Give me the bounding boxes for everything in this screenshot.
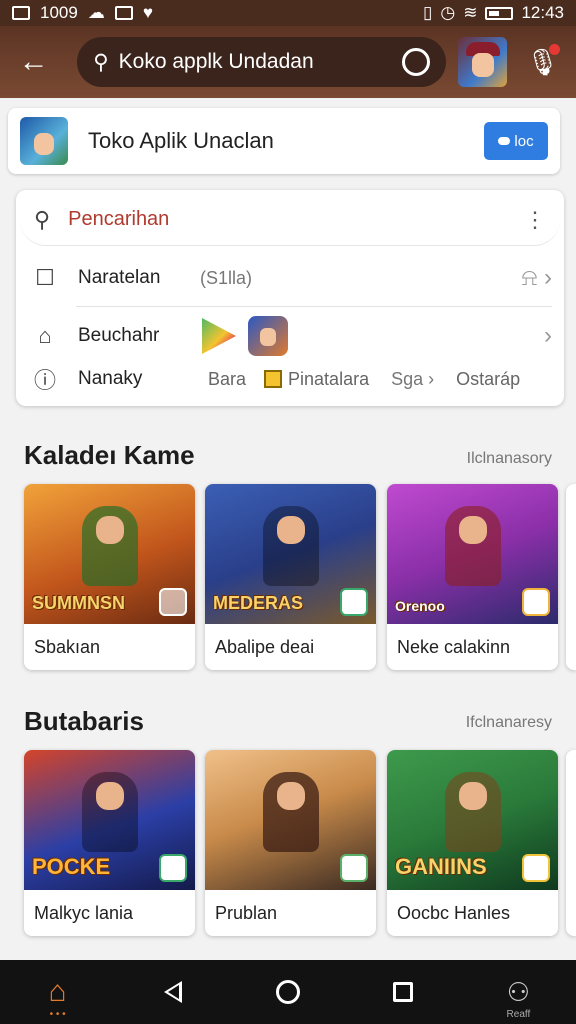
game-card[interactable]: SUMMNSN Sbakıan [24, 484, 195, 670]
bell-chevron-icon: ⍾ › [521, 264, 552, 291]
game-card[interactable]: MEDERAS Abalipe deai [205, 484, 376, 670]
store-action-button[interactable]: loc [484, 122, 548, 160]
battery-icon [485, 6, 514, 20]
menu-row-nanaky[interactable]: ⓘ Nanaky Bara Pinatalara Sga › Ostaráp [32, 366, 552, 393]
game-art [205, 750, 376, 890]
profile-avatar[interactable] [457, 37, 507, 87]
game-art: SUMMNSN [24, 484, 195, 624]
game-card-peek[interactable] [566, 484, 576, 670]
nav-recents-button[interactable] [346, 960, 461, 1024]
menu-row-label: Naratelan [78, 267, 161, 288]
cloud-icon: ☁ [87, 3, 105, 22]
menu-row-label: Beuchahr [78, 325, 160, 346]
vibrate-icon: ▯ [423, 3, 433, 22]
game-card-peek[interactable] [566, 750, 576, 936]
search-input[interactable]: Koko applk Undadan [119, 50, 402, 74]
nav-back-button[interactable] [115, 960, 230, 1024]
game-art: POCKE [24, 750, 195, 890]
profile-icon[interactable]: ⚇ Reaff [461, 960, 576, 1024]
menu-chip-a[interactable]: Bara [208, 369, 246, 390]
menu-search-field[interactable]: ⚲ Pencarihan ⋮ [20, 194, 560, 246]
play-store-icon[interactable] [202, 318, 236, 354]
back-arrow-icon[interactable]: ← [12, 40, 55, 84]
app-bar: ← ⚲ Koko applk Undadan 🎙 [0, 26, 576, 98]
game-card[interactable]: Orenoo Neke calakinn [387, 484, 558, 670]
status-bar: 1009 ☁ ♥ ▯ ◷ ≋ 12:43 [0, 0, 576, 26]
store-header-card: Toko Aplik Unaclan loc [8, 108, 560, 174]
game-card[interactable]: GANIINS Oocbc Hanles [387, 750, 558, 936]
wifi-icon: ≋ [463, 3, 478, 22]
menu-chip-d[interactable]: Ostaráp [456, 369, 520, 390]
game-card[interactable]: POCKE Malkyc lania [24, 750, 195, 936]
search-icon: ⚲ [93, 50, 109, 74]
section-see-more-link[interactable]: Ilclnanasory [467, 450, 552, 468]
menu-card: ⚲ Pencarihan ⋮ ☐ Naratelan (S1lla) ⍾ › ⌂… [16, 190, 564, 406]
game-title: Malkyc lania [34, 902, 134, 923]
game-title: Oocbc Hanles [397, 902, 511, 923]
store-app-icon [20, 117, 68, 165]
menu-row-beuchahr[interactable]: ⌂ Beuchahr › [32, 316, 552, 356]
status-left-text: 1009 [40, 3, 78, 22]
home-circle-icon [276, 980, 300, 1004]
menu-chip-c[interactable]: Sga › [391, 369, 434, 390]
photo-icon [114, 6, 133, 20]
chevron-right-icon: › [544, 322, 552, 349]
section-title: Butabaris [24, 706, 144, 736]
game-art: Orenoo [387, 484, 558, 624]
game-title: Prublan [215, 902, 278, 923]
menu-chip-b[interactable]: Pinatalara [264, 369, 369, 390]
home-icon[interactable]: ⌂ • • • [0, 960, 115, 1024]
game-art: GANIINS [387, 750, 558, 890]
section-title: Kaladeı Kame [24, 440, 195, 470]
status-time: 12:43 [521, 3, 564, 22]
game-title: Neke calakinn [397, 636, 511, 657]
game-title: Abalipe deai [215, 636, 315, 657]
folder-icon [264, 370, 283, 388]
menu-row-naratelan[interactable]: ☐ Naratelan (S1lla) ⍾ › [32, 264, 552, 292]
section-see-more-link[interactable]: Ifclnanaresy [466, 714, 552, 732]
menu-row-sub: (S1lla) [200, 267, 253, 288]
game-thumb-icon[interactable] [248, 316, 288, 356]
bottom-nav-bar: ⌂ • • • ⚇ Reaff [0, 960, 576, 1024]
more-options-icon[interactable]: ⋮ [524, 207, 546, 233]
game-art: MEDERAS [205, 484, 376, 624]
game-title: Sbakıan [34, 636, 101, 657]
game-card[interactable]: Prublan [205, 750, 376, 936]
square-icon: ☐ [35, 265, 55, 290]
notification-icon [12, 6, 30, 20]
menu-search-placeholder[interactable]: Pencarihan [68, 208, 524, 231]
notification-dot [549, 44, 560, 55]
info-icon: ⓘ [33, 368, 56, 393]
lens-search-icon[interactable] [401, 48, 430, 76]
store-title: Toko Aplik Unaclan [88, 128, 274, 153]
menu-row-label: Nanaky [78, 368, 143, 389]
search-bar[interactable]: ⚲ Koko applk Undadan [77, 37, 446, 87]
divider [76, 306, 552, 307]
search-icon: ⚲ [34, 206, 51, 232]
recents-square-icon [393, 982, 414, 1002]
mic-icon[interactable]: 🎙 [521, 40, 564, 84]
bag-icon: ⌂ [38, 323, 52, 348]
nav-home-button[interactable] [230, 960, 345, 1024]
alarm-icon: ◷ [440, 3, 456, 22]
heart-icon: ♥ [142, 3, 153, 22]
back-triangle-icon [163, 981, 182, 1003]
